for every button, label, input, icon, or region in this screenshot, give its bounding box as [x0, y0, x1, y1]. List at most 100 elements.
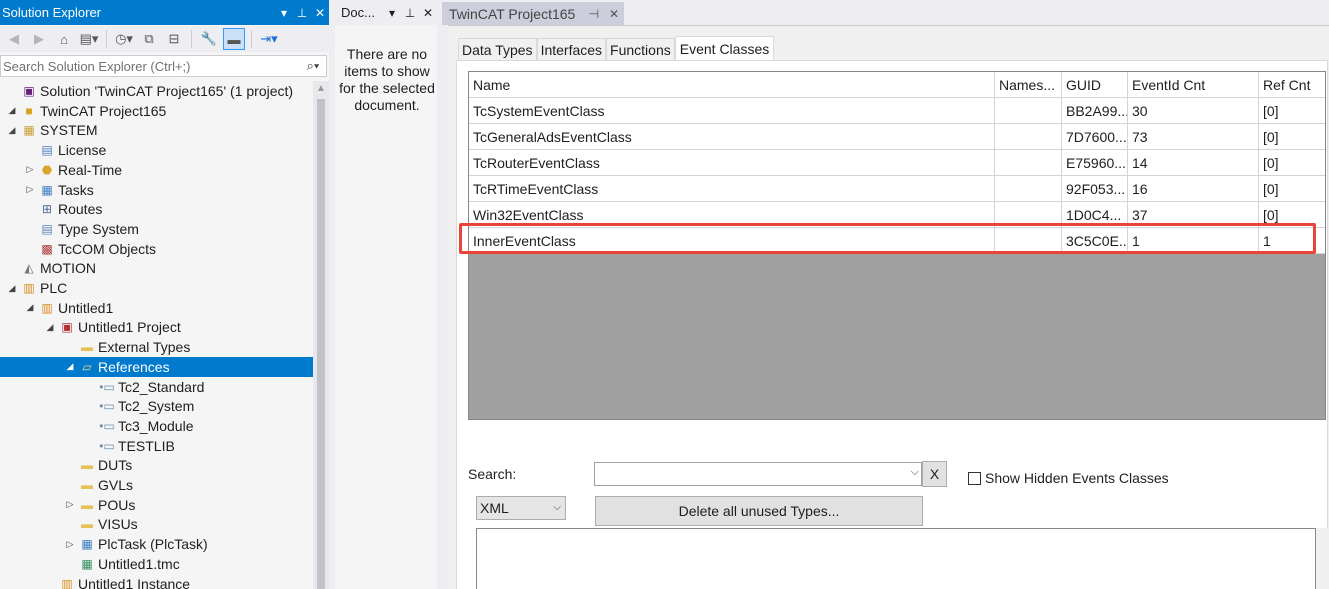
search-icon[interactable]: ⌕▾ — [300, 58, 326, 74]
tree-item-label: SYSTEM — [40, 122, 98, 139]
tree-item[interactable]: ▬ DUTs — [0, 455, 313, 475]
pin-icon[interactable]: ⊥ — [293, 6, 311, 20]
solution-explorer-title: Solution Explorer — [2, 5, 101, 20]
chevron-down-icon[interactable]: ⌵ — [911, 466, 919, 479]
tree-item[interactable]: ▬ GVLs — [0, 475, 313, 495]
motion-icon: ◭ — [24, 261, 34, 276]
tree-item[interactable]: ◢ ▱ References — [0, 356, 313, 377]
properties-wrench-icon[interactable]: 🔧 — [198, 28, 220, 50]
tree-item[interactable]: ▦ Untitled1.tmc — [0, 554, 313, 574]
tab-data-types[interactable]: Data Types — [458, 38, 537, 60]
collapse-arrow-icon[interactable]: ◢ — [64, 361, 76, 372]
routes-icon: ⊞ — [41, 202, 53, 217]
editor-scrollbar[interactable] — [1316, 528, 1329, 589]
track-active-item-icon[interactable]: ⇥▾ — [258, 28, 280, 50]
collapse-arrow-icon[interactable]: ◢ — [6, 125, 18, 136]
document-tab-twincat-project[interactable]: TwinCAT Project165 ⊣ ✕ — [442, 2, 624, 25]
tree-item[interactable]: •▭ Tc2_Standard — [0, 377, 313, 397]
forward-icon[interactable]: ▶ — [28, 28, 50, 50]
tree-item[interactable]: ◢ ▥ PLC — [0, 278, 313, 298]
event-class-search-combobox[interactable]: ⌵ — [594, 462, 922, 486]
scroll-up-arrow-icon[interactable]: ▲ — [316, 83, 326, 94]
license-icon: ▤ — [41, 143, 53, 158]
realtime-icon: ⬣ — [41, 162, 53, 177]
solution-explorer-scrollbar[interactable]: ▲ — [313, 81, 329, 589]
format-select[interactable]: XML ⌵ — [476, 496, 566, 520]
tree-item[interactable]: ▷ ▬ POUs — [0, 495, 313, 515]
tree-item[interactable]: ▣ Solution 'TwinCAT Project165' (1 projec… — [0, 81, 313, 101]
column-header-guid[interactable]: GUID — [1062, 72, 1128, 98]
tree-item[interactable]: •▭ Tc2_System — [0, 396, 313, 416]
tree-item[interactable]: ▬ VISUs — [0, 514, 313, 534]
checkbox-box[interactable] — [968, 471, 981, 485]
table-row[interactable]: Win32EventClass 1D0C4... 37 [0] — [469, 202, 1325, 228]
tree-item[interactable]: •▭ TESTLIB — [0, 436, 313, 456]
back-icon[interactable]: ◀ — [3, 28, 25, 50]
column-header-name[interactable]: Name — [469, 72, 995, 98]
window-position-dropdown-icon[interactable]: ▾ — [275, 6, 293, 20]
expand-arrow-icon[interactable]: ▷ — [24, 164, 36, 175]
tree-item[interactable]: ⊞ Routes — [0, 199, 313, 219]
collapse-arrow-icon[interactable]: ◢ — [6, 105, 18, 116]
tree-item[interactable]: ▥ Untitled1 Instance — [0, 574, 313, 589]
document-outline-title-bar: Doc... ▾ ⊥ ✕ — [335, 0, 437, 25]
sync-with-document-icon[interactable]: ⧉ — [138, 28, 160, 50]
tree-item-label: Tc2_Standard — [118, 378, 205, 395]
tree-item[interactable]: ◭ MOTION — [0, 258, 313, 278]
table-row-inner-event-class[interactable]: InnerEventClass 3C5C0E... 1 1 — [469, 228, 1325, 254]
table-row[interactable]: TcRouterEventClass E75960... 14 [0] — [469, 150, 1325, 176]
collapse-all-icon[interactable]: ⊟ — [163, 28, 185, 50]
close-icon[interactable]: ✕ — [419, 6, 437, 20]
tree-item[interactable]: •▭ Tc3_Module — [0, 416, 313, 436]
tree-item[interactable]: ▷ ▦ Tasks — [0, 180, 313, 200]
event-classes-grid: Name Names... GUID EventId Cnt Ref Cnt T… — [468, 71, 1326, 420]
tree-item[interactable]: ◢ ▣ Untitled1 Project — [0, 317, 313, 337]
tree-item[interactable]: ▬ External Types — [0, 337, 313, 357]
switch-views-icon[interactable]: ▤▾ — [78, 28, 100, 50]
column-header-eventid-cnt[interactable]: EventId Cnt — [1128, 72, 1259, 98]
pending-changes-filter-icon[interactable]: ◷▾ — [113, 28, 135, 50]
tree-item[interactable]: ▤ Type System — [0, 219, 313, 239]
pin-icon[interactable]: ⊣ — [584, 7, 604, 21]
tree-item[interactable]: ▷ ▦ PlcTask (PlcTask) — [0, 534, 313, 554]
table-row[interactable]: TcGeneralAdsEventClass 7D7600... 73 [0] — [469, 124, 1325, 150]
solution-explorer-search-input[interactable]: Search Solution Explorer (Ctrl+;) ⌕▾ — [0, 55, 327, 77]
column-header-ref-cnt[interactable]: Ref Cnt — [1259, 72, 1325, 98]
close-icon[interactable]: ✕ — [604, 7, 624, 21]
tab-functions[interactable]: Functions — [606, 38, 675, 60]
tab-interfaces[interactable]: Interfaces — [536, 38, 607, 60]
tab-event-classes[interactable]: Event Classes — [674, 36, 775, 60]
clear-search-button[interactable]: X — [922, 461, 947, 487]
delete-unused-types-button[interactable]: Delete all unused Types... — [595, 496, 923, 526]
preview-selected-items-icon[interactable]: ▬ — [223, 28, 245, 50]
tree-item[interactable]: ◢ ▥ Untitled1 — [0, 298, 313, 318]
column-header-namespace[interactable]: Names... — [995, 72, 1062, 98]
tree-item[interactable]: ◢ ▦ SYSTEM — [0, 120, 313, 140]
chevron-down-icon[interactable]: ⌵ — [553, 502, 561, 513]
table-row[interactable]: TcRTimeEventClass 92F053... 16 [0] — [469, 176, 1325, 202]
table-row[interactable]: TcSystemEventClass BB2A99... 30 [0] — [469, 98, 1325, 124]
tree-item[interactable]: ▷ ⬣ Real-Time — [0, 160, 313, 180]
home-icon[interactable]: ⌂ — [53, 28, 75, 50]
expand-arrow-icon[interactable]: ▷ — [64, 539, 76, 550]
expand-arrow-icon[interactable]: ▷ — [64, 499, 76, 510]
xml-preview-area[interactable] — [476, 528, 1316, 589]
pin-icon[interactable]: ⊥ — [401, 6, 419, 20]
scrollbar-thumb[interactable] — [317, 99, 325, 589]
collapse-arrow-icon[interactable]: ◢ — [44, 322, 56, 333]
collapse-arrow-icon[interactable]: ◢ — [24, 302, 36, 313]
close-icon[interactable]: ✕ — [311, 6, 329, 20]
tree-item-label: Tc3_Module — [118, 417, 194, 434]
tree-item[interactable]: ▤ License — [0, 140, 313, 160]
folder-open-icon: ▱ — [82, 359, 92, 374]
tree-item[interactable]: ▩ TcCOM Objects — [0, 239, 313, 259]
library-reference-icon: •▭ — [99, 438, 115, 453]
show-hidden-events-checkbox[interactable]: Show Hidden Events Classes — [968, 470, 1169, 486]
tree-item[interactable]: ◢ ■ TwinCAT Project165 — [0, 101, 313, 121]
expand-arrow-icon[interactable]: ▷ — [24, 184, 36, 195]
collapse-arrow-icon[interactable]: ◢ — [6, 283, 18, 294]
cell-guid: E75960... — [1062, 150, 1128, 176]
window-position-dropdown-icon[interactable]: ▾ — [383, 6, 401, 20]
cell-namespace — [995, 228, 1062, 254]
document-outline-panel: Doc... ▾ ⊥ ✕ There are no items to show … — [335, 0, 437, 589]
